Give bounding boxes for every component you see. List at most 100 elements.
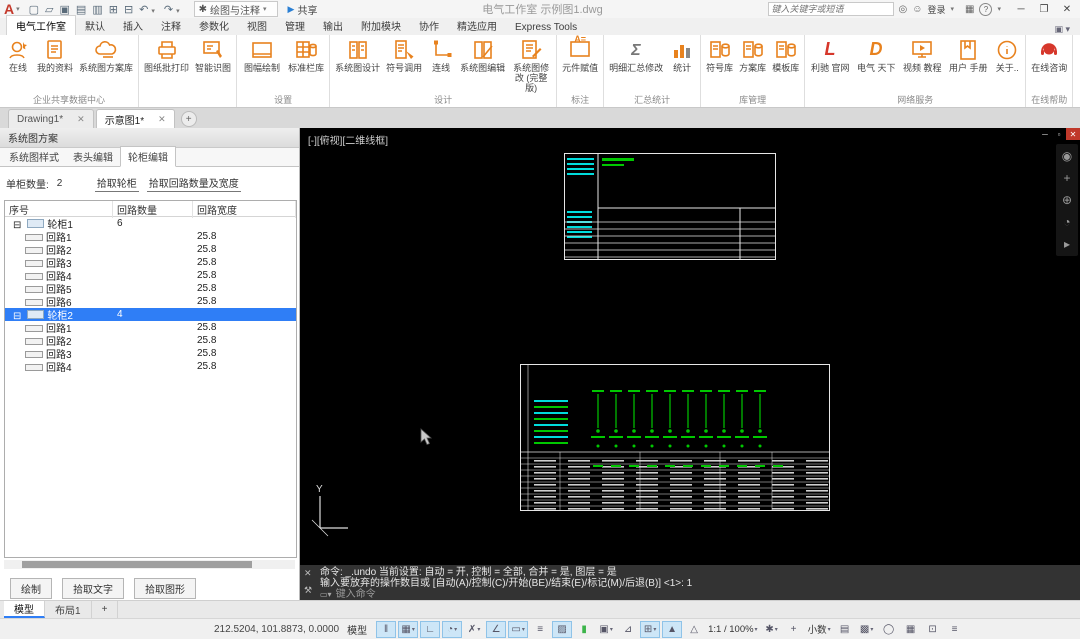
save-icon[interactable]: ▣ (60, 4, 70, 16)
polar-tracking-icon[interactable]: ◔▾ (442, 621, 462, 638)
ribbon-tab-插入[interactable]: 插入 (114, 16, 152, 35)
showmotion-icon[interactable]: ▸ (1064, 238, 1070, 250)
clean-screen-icon[interactable]: ⊡ (923, 621, 943, 638)
ribbon-button-连线[interactable]: 连线 (426, 37, 456, 73)
ribbon-tab-电气工作室[interactable]: 电气工作室 (6, 15, 76, 35)
units[interactable]: 小数▾ (806, 621, 833, 638)
panel-tab-系统图样式[interactable]: 系统图样式 (2, 147, 66, 166)
ribbon-button-利驰官网[interactable]: L利驰 官网 (808, 37, 852, 73)
ribbon-tab-输出[interactable]: 输出 (314, 16, 352, 35)
help-button[interactable]: ? (979, 3, 992, 16)
layout-tab-模型[interactable]: 模型 (4, 601, 45, 618)
save-as-icon[interactable]: ▤ (76, 4, 86, 16)
ribbon-tab-协作[interactable]: 协作 (410, 16, 448, 35)
ribbon-button-符号调用[interactable]: 符号调用 (384, 37, 424, 73)
ribbon-button-图幅绘制[interactable]: 图幅绘制 (240, 37, 284, 73)
ribbon-button-标准栏库[interactable]: 标准栏库 (286, 37, 326, 73)
drawing-restore-button[interactable]: ▫ (1052, 128, 1066, 140)
panel-tab-表头编辑[interactable]: 表头编辑 (66, 147, 120, 166)
lineweight-icon[interactable]: ≡ (530, 621, 550, 638)
button-拾取文字[interactable]: 拾取文字 (62, 578, 124, 599)
undo-icon-caret[interactable]: ▾ (151, 8, 155, 15)
tab-close-icon[interactable]: ✕ (77, 114, 85, 125)
ribbon-tab-Express Tools[interactable]: Express Tools (506, 20, 586, 35)
ribbon-button-统计[interactable]: 统计 (667, 37, 697, 73)
search-icon[interactable]: ◎ (899, 4, 908, 15)
new-file-icon[interactable]: ▢ (29, 4, 39, 16)
orbit-icon[interactable]: ◔ (1063, 216, 1070, 228)
infer-constraints-icon[interactable]: ‖ (376, 621, 396, 638)
new-tab-button[interactable]: + (181, 111, 197, 127)
cabinet-qty-value[interactable]: 2 (57, 178, 87, 189)
dynamic-ucs-icon[interactable]: ⊿ (618, 621, 638, 638)
ribbon-button-在线[interactable]: 在线 (3, 37, 33, 73)
3d-object-snap-icon[interactable]: ▣▾ (596, 621, 616, 638)
ribbon-button-系统图设计[interactable]: 系统图设计 (333, 37, 382, 73)
ribbon-tab-附加模块[interactable]: 附加模块 (352, 16, 410, 35)
ribbon-button-图纸批打印[interactable]: 图纸批打印 (142, 37, 191, 73)
osnap-tracking-icon[interactable]: ∠ (486, 621, 506, 638)
ribbon-tab-参数化[interactable]: 参数化 (190, 16, 238, 35)
add-scales-icon[interactable]: △ (684, 621, 704, 638)
ribbon-button-在线咨询[interactable]: 在线咨询 (1029, 37, 1069, 73)
ribbon-tab-默认[interactable]: 默认 (76, 16, 114, 35)
scrollbar-thumb[interactable] (22, 561, 252, 568)
button-绘制[interactable]: 绘制 (10, 578, 52, 599)
account-icon[interactable]: ☺ (912, 4, 922, 15)
dynamic-input-icon[interactable]: ⊞▾ (640, 621, 660, 638)
ribbon-button-系统图编辑[interactable]: 系统图编辑 (458, 37, 507, 73)
ribbon-button-智能识图[interactable]: 智能识图 (193, 37, 233, 73)
ribbon-button-明细汇总修改[interactable]: Σ明细汇总修改 (607, 37, 665, 73)
lock-ui-icon[interactable]: ▩▾ (857, 621, 877, 638)
drawing-close-button[interactable]: ✕ (1066, 128, 1080, 140)
share-button[interactable]: ▶ 共享 (288, 2, 318, 17)
ribbon-button-系统图方案库[interactable]: 系统图方案库 (77, 37, 135, 73)
transparency-icon[interactable]: ▨ (552, 621, 572, 638)
file-tab-Drawing1[interactable]: Drawing1*✕ (8, 109, 94, 128)
undo-icon[interactable]: ↶ (139, 4, 148, 16)
selection-cycling-icon[interactable]: ▮ (574, 621, 594, 638)
command-line[interactable]: ✕ ⚒ 命令: _.undo 当前设置: 自动 = 开, 控制 = 全部, 合并… (300, 565, 1080, 600)
ribbon-tab-视图[interactable]: 视图 (238, 16, 276, 35)
ribbon-button-模板库[interactable]: 模板库 (770, 37, 801, 73)
workspace-dropdown[interactable]: ✱ 绘图与注释 ▾ (194, 1, 278, 17)
ribbon-tab-管理[interactable]: 管理 (276, 16, 314, 35)
model-space-label[interactable]: 模型 (347, 622, 367, 637)
tab-close-icon[interactable]: ✕ (158, 114, 166, 125)
apps-store-icon[interactable]: ▦ (965, 4, 974, 15)
layout-tab-+[interactable]: + (92, 601, 119, 618)
customize-icon[interactable]: ≡ (945, 621, 965, 638)
panel-tab-轮柜编辑[interactable]: 轮柜编辑 (120, 146, 176, 167)
pick-circuit-button[interactable]: 拾取回路数量及宽度 (147, 174, 241, 192)
pick-cabinet-button[interactable]: 拾取轮柜 (95, 174, 139, 192)
ribbon-display-options-icon[interactable]: ▣ ▾ (1054, 24, 1080, 35)
drawing-viewport[interactable]: [-][俯视][二维线框] ─ ▫ ✕ ◉+⊕◔▸ Y (300, 128, 1080, 565)
signin-caret-icon[interactable]: ▾ (951, 5, 955, 13)
isometric-drafting-icon[interactable]: ✗▾ (464, 621, 484, 638)
ribbon-button-关于[interactable]: 关于.. (992, 37, 1022, 73)
ribbon-button-符号库[interactable]: 符号库 (704, 37, 735, 73)
snap-mode-icon[interactable]: ▦▾ (398, 621, 418, 638)
ribbon-button-元件赋值[interactable]: A=元件赋值 (560, 37, 600, 73)
isolate-objects-icon[interactable]: ◯ (879, 621, 899, 638)
drawing-minimize-button[interactable]: ─ (1038, 128, 1052, 140)
print-icon[interactable]: ⊟ (124, 4, 133, 16)
object-snap-icon[interactable]: ▭▾ (508, 621, 528, 638)
ribbon-tab-注释[interactable]: 注释 (152, 16, 190, 35)
ribbon-tab-精选应用[interactable]: 精选应用 (448, 16, 506, 35)
layout-tab-布局1[interactable]: 布局1 (45, 601, 92, 618)
minimize-button[interactable]: ─ (1012, 4, 1030, 15)
button-拾取图形[interactable]: 拾取图形 (134, 578, 196, 599)
batch-save-icon[interactable]: ▥ (92, 4, 102, 16)
ribbon-button-电气天下[interactable]: D电气 天下 (854, 37, 898, 73)
hardware-acceleration-icon[interactable]: ▦ (901, 621, 921, 638)
plot-icon[interactable]: ⊞ (109, 4, 118, 16)
show-annotation-icon[interactable]: ▲ (662, 621, 682, 638)
pan-icon[interactable]: + (1063, 172, 1070, 184)
ribbon-button-用户手册[interactable]: 用户 手册 (946, 37, 990, 73)
viewport-controls[interactable]: [-][俯视][二维线框] (308, 132, 388, 147)
annotation-scale[interactable]: 1:1 / 100%▾ (706, 621, 759, 638)
open-file-icon[interactable]: ▱ (45, 4, 53, 16)
signin-label[interactable]: 登录 (928, 3, 946, 16)
redo-icon[interactable]: ↷ (164, 4, 173, 16)
